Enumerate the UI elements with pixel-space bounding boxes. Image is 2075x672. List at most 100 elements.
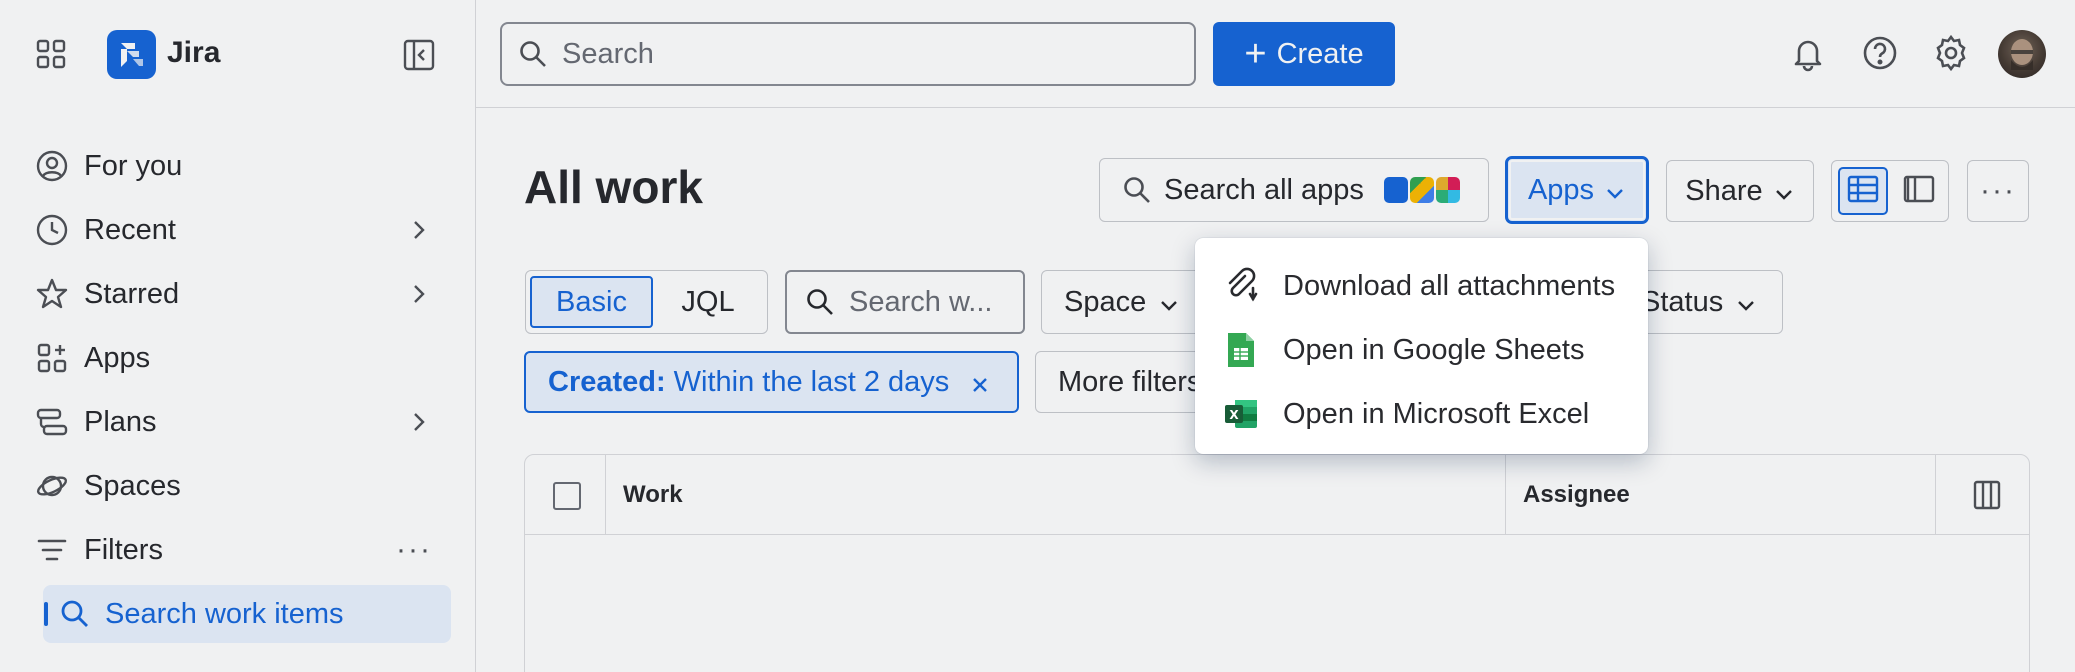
more-options-icon[interactable]: ···	[396, 533, 432, 567]
sidebar-item-label: Spaces	[84, 469, 181, 502]
sidebar-item-plans[interactable]: Plans	[32, 393, 452, 451]
search-icon	[57, 596, 93, 632]
search-all-apps-label: Search all apps	[1164, 173, 1364, 206]
column-header-work[interactable]: Work	[623, 481, 683, 509]
apps-button-label: Apps	[1527, 173, 1595, 206]
detail-view-button[interactable]	[1894, 167, 1944, 215]
star-icon	[34, 276, 70, 312]
chevron-down-icon	[1773, 180, 1795, 202]
sidebar-item-label: Recent	[84, 213, 176, 246]
planet-icon	[34, 468, 70, 504]
clock-icon	[34, 212, 70, 248]
apps-dropdown-menu: Download all attachments Open in Google …	[1195, 238, 1648, 454]
google-sheets-icon	[1221, 330, 1261, 370]
work-search-input[interactable]: Search w...	[785, 270, 1025, 334]
sidebar-item-label: Search work items	[105, 597, 344, 630]
page-title: All work	[524, 161, 703, 213]
jira-logo-icon[interactable]	[107, 30, 156, 79]
sidebar-item-search-work-items[interactable]: Search work items	[43, 585, 451, 643]
table-header: Work Assignee	[525, 455, 2029, 535]
more-options-icon: ···	[1980, 174, 2016, 207]
split-view-icon	[1903, 174, 1935, 209]
app-name[interactable]: Jira	[167, 36, 220, 70]
list-view-button[interactable]	[1838, 167, 1888, 215]
chevron-right-icon	[406, 409, 432, 435]
search-icon	[1122, 175, 1152, 205]
space-filter-button[interactable]: Space	[1041, 270, 1201, 334]
apps-dropdown-button[interactable]: Apps	[1505, 156, 1649, 224]
create-label: Create	[1276, 37, 1364, 70]
plans-icon	[34, 404, 70, 440]
search-icon	[518, 39, 548, 69]
slack-logo-icon	[1436, 177, 1460, 203]
sidebar-item-for-you[interactable]: For you	[32, 137, 452, 195]
global-search-input[interactable]: Search	[500, 22, 1196, 86]
create-button[interactable]: + Create	[1213, 22, 1395, 86]
more-actions-button[interactable]: ···	[1967, 160, 2029, 222]
more-filters-label: More filters	[1058, 365, 1202, 398]
help-icon[interactable]	[1861, 34, 1899, 72]
sidebar-item-apps[interactable]: Apps	[32, 329, 452, 387]
close-icon[interactable]	[969, 371, 991, 393]
svg-text:X: X	[1229, 408, 1239, 422]
search-mode-toggle: Basic JQL	[525, 270, 768, 334]
columns-settings-icon[interactable]	[1971, 479, 2003, 511]
column-divider	[605, 455, 606, 535]
column-header-assignee[interactable]: Assignee	[1523, 481, 1630, 509]
sidebar-item-spaces[interactable]: Spaces	[32, 457, 452, 515]
chevron-down-icon	[1604, 179, 1626, 201]
app-switcher-icon[interactable]	[36, 39, 66, 69]
collapse-sidebar-icon[interactable]	[402, 38, 436, 72]
chevron-right-icon	[406, 217, 432, 243]
menu-item-microsoft-excel[interactable]: X Open in Microsoft Excel	[1195, 382, 1648, 446]
search-placeholder: Search	[562, 37, 654, 70]
menu-item-download-attachments[interactable]: Download all attachments	[1195, 254, 1648, 318]
share-button-label: Share	[1685, 174, 1763, 207]
jql-mode-button[interactable]: JQL	[653, 276, 763, 328]
chevron-right-icon	[406, 281, 432, 307]
plus-icon: +	[1244, 33, 1267, 75]
select-all-checkbox[interactable]	[553, 482, 581, 510]
basic-mode-button[interactable]: Basic	[530, 276, 653, 328]
app-logos	[1384, 177, 1460, 203]
notifications-bell-icon[interactable]	[1789, 34, 1827, 72]
chip-value: Within the last 2 days	[673, 365, 950, 398]
user-avatar[interactable]	[1998, 30, 2046, 78]
sidebar-item-label: Plans	[84, 405, 157, 438]
work-search-placeholder: Search w...	[849, 285, 993, 318]
apps-grid-icon	[34, 340, 70, 376]
confluence-logo-icon	[1384, 177, 1408, 203]
chevron-down-icon	[1735, 291, 1757, 313]
sidebar-item-filters[interactable]: Filters ···	[32, 521, 452, 579]
search-all-apps-button[interactable]: Search all apps	[1099, 158, 1489, 222]
table-view-icon	[1847, 174, 1879, 209]
person-circle-icon	[34, 148, 70, 184]
menu-item-label: Open in Google Sheets	[1283, 333, 1585, 366]
search-icon	[805, 287, 835, 317]
sidebar-item-label: Starred	[84, 277, 180, 310]
created-filter-chip[interactable]: Created: Within the last 2 days	[524, 351, 1019, 413]
share-button[interactable]: Share	[1666, 160, 1814, 222]
column-divider	[1505, 455, 1506, 535]
settings-gear-icon[interactable]	[1932, 34, 1970, 72]
view-toggle	[1831, 160, 1949, 222]
menu-item-label: Download all attachments	[1283, 269, 1616, 302]
column-divider	[1935, 455, 1936, 535]
sidebar-item-label: Apps	[84, 341, 151, 374]
google-drive-logo-icon	[1410, 177, 1434, 203]
space-filter-label: Space	[1064, 285, 1147, 318]
work-items-table: Work Assignee	[524, 454, 2030, 672]
sidebar-item-starred[interactable]: Starred	[32, 265, 452, 323]
sidebar: Jira For you Recent Starred Apps Plans S…	[0, 0, 476, 672]
sidebar-item-recent[interactable]: Recent	[32, 201, 452, 259]
top-bar: Search + Create	[476, 0, 2075, 108]
filter-icon	[34, 532, 70, 568]
status-filter-label: Status	[1641, 285, 1724, 318]
microsoft-excel-icon: X	[1221, 394, 1261, 434]
menu-item-google-sheets[interactable]: Open in Google Sheets	[1195, 318, 1648, 382]
sidebar-item-label: For you	[84, 149, 183, 182]
chevron-down-icon	[1158, 291, 1180, 313]
chip-key: Created:	[548, 365, 666, 398]
attachment-download-icon	[1221, 266, 1261, 306]
sidebar-item-label: Filters	[84, 533, 163, 566]
